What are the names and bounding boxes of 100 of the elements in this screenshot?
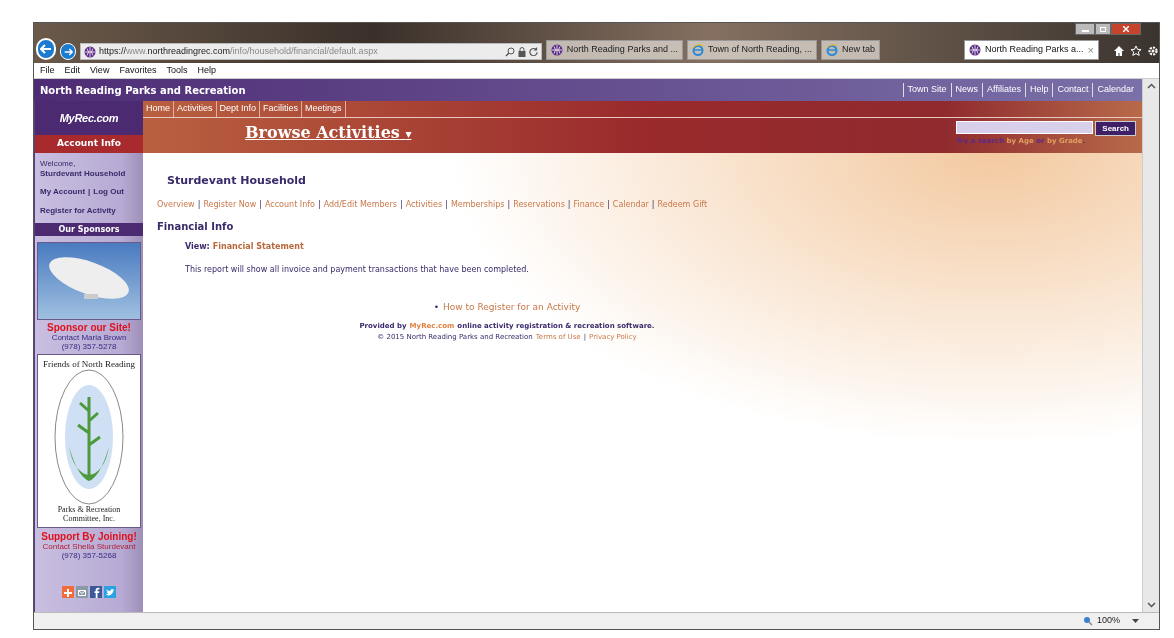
welcome-text: Welcome, — [40, 159, 77, 169]
separator-text: | — [88, 186, 91, 198]
separator-text: | — [445, 198, 448, 211]
register-link[interactable]: Register for Activity — [40, 205, 138, 217]
subnav-link[interactable]: Finance — [573, 198, 605, 211]
tab-title: Town of North Reading, ... — [707, 43, 812, 57]
separator-text: | — [317, 198, 321, 211]
site-title: North Reading Parks and Recreation — [40, 83, 246, 98]
sponsor-phone: (978) 357-5278 — [61, 342, 117, 351]
nav-link[interactable]: Meetings — [302, 101, 346, 117]
view-label: View: — [185, 240, 210, 253]
scroll-down-icon[interactable] — [1146, 602, 1156, 608]
how-to-register-link[interactable]: How to Register for an Activity — [443, 300, 581, 314]
top-link[interactable]: News — [950, 83, 983, 97]
tab-title: New tab — [841, 43, 875, 57]
scrollbar[interactable] — [1142, 79, 1159, 612]
star-icon[interactable] — [1130, 45, 1142, 57]
logo-top-text: Friends of North Reading — [42, 359, 136, 369]
separator-text: | — [259, 198, 262, 211]
separator-text: | — [507, 198, 511, 211]
dropdown-caret-icon[interactable] — [1132, 619, 1139, 623]
join-phone: (978) 357-5268 — [61, 551, 117, 560]
menu-item[interactable]: Edit — [64, 63, 81, 78]
my-account-link[interactable]: My Account — [40, 186, 86, 198]
sponsor-title: Sponsor our Site! — [47, 322, 131, 333]
settings-icon[interactable] — [1147, 45, 1159, 57]
globe-icon — [550, 44, 563, 56]
site-logo[interactable]: MyRec.com — [59, 109, 119, 127]
browser-tab[interactable]: North Reading Parks and ... — [545, 40, 683, 60]
address-bar[interactable]: https://www.northreadingrec.com/info/household/financial/default.aspx — [79, 43, 542, 60]
globe-icon — [969, 44, 981, 56]
refresh-icon[interactable] — [528, 47, 538, 56]
subnav-link[interactable]: Redeem Gift — [657, 198, 708, 211]
menu-item[interactable]: File — [40, 63, 55, 78]
facebook-icon[interactable] — [90, 586, 102, 598]
account-header: Account Info — [35, 135, 143, 153]
zoom-level[interactable]: 100% — [1096, 614, 1120, 628]
minimize-button[interactable] — [1075, 23, 1095, 35]
subnav-link[interactable]: Register Now — [203, 198, 257, 211]
tab-close-button[interactable]: × — [1087, 41, 1094, 59]
mail-icon[interactable] — [76, 586, 88, 598]
nav-link[interactable]: Facilities — [260, 101, 303, 117]
subnav-link[interactable]: Add/Edit Members — [323, 198, 397, 211]
subnav-link[interactable]: Overview — [157, 198, 195, 211]
tab-title: North Reading Parks a... — [985, 43, 1084, 57]
bullet-text: • — [433, 300, 439, 314]
browser-tab[interactable]: Town of North Reading, ... — [686, 40, 817, 60]
nav-link[interactable]: Home — [143, 101, 174, 117]
join-title: Support By Joining! — [41, 531, 137, 542]
separator-text: | — [607, 198, 610, 211]
photo-placeholder[interactable] — [37, 242, 141, 320]
top-link[interactable]: Town Site — [902, 83, 951, 97]
globe-icon — [83, 45, 96, 58]
household-title: Sturdevant Household — [167, 173, 307, 189]
restore-button[interactable] — [1095, 23, 1111, 35]
e-letter-icon — [691, 44, 704, 56]
top-link[interactable]: Affiliates — [982, 83, 1025, 97]
subnav-link[interactable]: Account Info — [265, 198, 315, 211]
url-text: https://www.northreadingrec.com/info/household/financial/default.aspx — [98, 44, 379, 58]
back-button[interactable] — [36, 38, 57, 60]
subnav-link[interactable]: Activities — [405, 198, 443, 211]
zoom-icon[interactable] — [1082, 616, 1093, 626]
close-button[interactable] — [1111, 23, 1141, 35]
top-link[interactable]: Help — [1024, 83, 1053, 97]
browser-tab[interactable]: New tab — [820, 40, 880, 60]
separator-text: | — [651, 198, 655, 211]
top-link[interactable]: Contact — [1052, 83, 1093, 97]
menu-item[interactable]: View — [90, 63, 110, 78]
e-letter-icon — [825, 44, 838, 56]
menu-item[interactable]: Help — [197, 63, 216, 78]
subnav-link[interactable]: Calendar — [612, 198, 649, 211]
browser-tab[interactable]: North Reading Parks a... × — [964, 40, 1099, 60]
separator-text: | — [399, 198, 403, 211]
separator-text: | — [567, 198, 571, 211]
menu-item[interactable]: Tools — [166, 63, 188, 78]
logo-bottom-text: Parks & Recreation Committee, Inc. — [56, 505, 122, 523]
sponsor-contact: Contact Maria Brown — [51, 333, 127, 342]
top-link[interactable]: Calendar — [1092, 83, 1138, 97]
scroll-up-icon[interactable] — [1146, 83, 1156, 89]
subnav-link[interactable]: Memberships — [450, 198, 505, 211]
search-icon[interactable] — [504, 46, 515, 57]
nav-link[interactable]: Dept Info — [216, 101, 261, 117]
forward-button[interactable] — [60, 43, 76, 60]
section-title: Financial Info — [157, 219, 235, 234]
bird-icon[interactable] — [104, 586, 116, 598]
financial-statement-link[interactable]: Financial Statement — [212, 240, 304, 253]
search-button[interactable]: Search — [1095, 121, 1136, 136]
nav-link[interactable]: Activities — [174, 101, 217, 117]
log-out-link[interactable]: Log Out — [93, 186, 124, 198]
tab-title: North Reading Parks and ... — [566, 43, 678, 57]
logo-card[interactable]: Friends of North Reading Parks & Recreation Committee, Inc. — [37, 354, 141, 528]
subnav-link[interactable]: Reservations — [513, 198, 565, 211]
search-field[interactable] — [956, 121, 1094, 134]
menu-item[interactable]: Favorites — [119, 63, 157, 78]
plus-icon[interactable] — [62, 586, 74, 598]
separator-text: | — [197, 198, 201, 211]
lock-icon — [517, 46, 526, 57]
home-icon[interactable] — [1113, 45, 1125, 57]
join-contact: Contact Sheila Sturdevant — [42, 542, 136, 551]
browse-activities-link[interactable]: Browse Activities ▾ — [245, 121, 412, 145]
